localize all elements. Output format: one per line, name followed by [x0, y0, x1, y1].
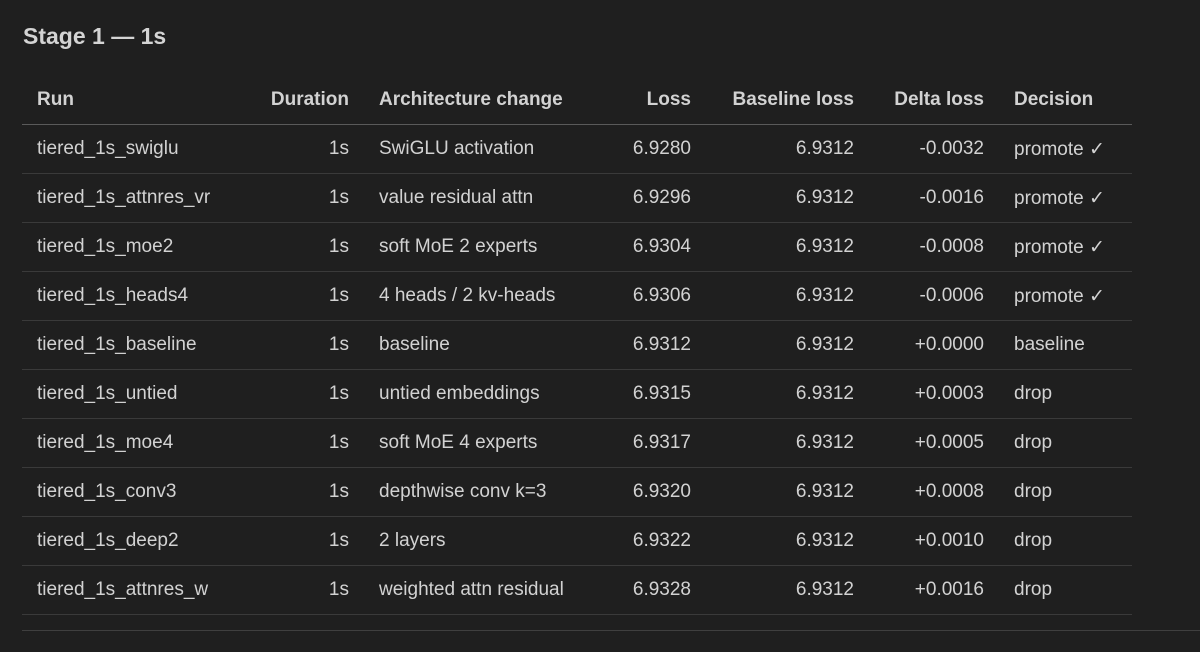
delta-loss-cell: +0.0016	[869, 565, 999, 615]
loss-cell: 6.9320	[591, 467, 706, 517]
duration-cell: 1s	[231, 222, 364, 272]
decision-cell: promote ✓	[999, 173, 1132, 223]
baseline-loss-cell: 6.9312	[706, 565, 869, 615]
page: Stage 1 — 1s Run Duration Architecture c…	[0, 0, 1200, 652]
baseline-loss-cell: 6.9312	[706, 467, 869, 517]
run-cell: tiered_1s_attnres_w	[22, 565, 231, 615]
delta-loss-cell: +0.0010	[869, 516, 999, 566]
run-cell: tiered_1s_attnres_vr	[22, 173, 231, 223]
delta-loss-cell: +0.0005	[869, 418, 999, 468]
decision-cell: promote ✓	[999, 124, 1132, 174]
baseline-loss-cell: 6.9312	[706, 271, 869, 321]
loss-cell: 6.9306	[591, 271, 706, 321]
column-header-duration: Duration	[231, 75, 364, 125]
column-header-architecture-change: Architecture change	[364, 75, 591, 125]
duration-cell: 1s	[231, 173, 364, 223]
table-row: tiered_1s_swiglu 1s SwiGLU activation 6.928…	[22, 124, 1132, 174]
column-header-loss: Loss	[591, 75, 706, 125]
section-title: Stage 1 — 1s	[23, 23, 167, 49]
decision-cell: drop	[999, 369, 1132, 419]
table-row: tiered_1s_attnres_vr 1s value residual att…	[22, 173, 1132, 223]
run-cell: tiered_1s_moe2	[22, 222, 231, 272]
decision-cell: drop	[999, 565, 1132, 615]
baseline-loss-cell: 6.9312	[706, 516, 869, 566]
delta-loss-cell: -0.0006	[869, 271, 999, 321]
loss-cell: 6.9322	[591, 516, 706, 566]
delta-loss-cell: -0.0032	[869, 124, 999, 174]
architecture-change-cell: soft MoE 2 experts	[364, 222, 591, 272]
duration-cell: 1s	[231, 516, 364, 566]
table-row: tiered_1s_deep2 1s 2 layers 6.9322 6.9312 +0.…	[22, 516, 1132, 566]
bottom-divider	[22, 630, 1200, 631]
decision-cell: promote ✓	[999, 222, 1132, 272]
loss-cell: 6.9296	[591, 173, 706, 223]
baseline-loss-cell: 6.9312	[706, 369, 869, 419]
baseline-loss-cell: 6.9312	[706, 124, 869, 174]
architecture-change-cell: baseline	[364, 320, 591, 370]
loss-cell: 6.9312	[591, 320, 706, 370]
loss-cell: 6.9317	[591, 418, 706, 468]
column-header-run: Run	[22, 75, 231, 125]
baseline-loss-cell: 6.9312	[706, 320, 869, 370]
architecture-change-cell: value residual attn	[364, 173, 591, 223]
results-table: Run Duration Architecture change Loss Ba…	[22, 75, 1132, 615]
loss-cell: 6.9280	[591, 124, 706, 174]
architecture-change-cell: 2 layers	[364, 516, 591, 566]
architecture-change-cell: 4 heads / 2 kv-heads	[364, 271, 591, 321]
architecture-change-cell: SwiGLU activation	[364, 124, 591, 174]
table-row: tiered_1s_baseline 1s baseline 6.9312 6.9312…	[22, 320, 1132, 370]
table-row: tiered_1s_heads4 1s 4 heads / 2 kv-heads 6.…	[22, 271, 1132, 321]
baseline-loss-cell: 6.9312	[706, 173, 869, 223]
architecture-change-cell: untied embeddings	[364, 369, 591, 419]
run-cell: tiered_1s_conv3	[22, 467, 231, 517]
table-row: tiered_1s_untied 1s untied embeddings 6.931…	[22, 369, 1132, 419]
run-cell: tiered_1s_deep2	[22, 516, 231, 566]
duration-cell: 1s	[231, 565, 364, 615]
architecture-change-cell: weighted attn residual	[364, 565, 591, 615]
delta-loss-cell: -0.0016	[869, 173, 999, 223]
table-row: tiered_1s_moe4 1s soft MoE 4 experts 6.9317…	[22, 418, 1132, 468]
duration-cell: 1s	[231, 124, 364, 174]
run-cell: tiered_1s_moe4	[22, 418, 231, 468]
duration-cell: 1s	[231, 369, 364, 419]
loss-cell: 6.9315	[591, 369, 706, 419]
duration-cell: 1s	[231, 467, 364, 517]
run-cell: tiered_1s_swiglu	[22, 124, 231, 174]
table-row: tiered_1s_moe2 1s soft MoE 2 experts 6.9304…	[22, 222, 1132, 272]
table-body: tiered_1s_swiglu 1s SwiGLU activation 6.928…	[22, 124, 1132, 615]
duration-cell: 1s	[231, 320, 364, 370]
column-header-delta-loss: Delta loss	[869, 75, 999, 125]
run-cell: tiered_1s_baseline	[22, 320, 231, 370]
delta-loss-cell: -0.0008	[869, 222, 999, 272]
architecture-change-cell: depthwise conv k=3	[364, 467, 591, 517]
table-header-row: Run Duration Architecture change Loss Ba…	[22, 75, 1132, 125]
run-cell: tiered_1s_heads4	[22, 271, 231, 321]
decision-cell: drop	[999, 516, 1132, 566]
delta-loss-cell: +0.0003	[869, 369, 999, 419]
baseline-loss-cell: 6.9312	[706, 222, 869, 272]
loss-cell: 6.9328	[591, 565, 706, 615]
run-cell: tiered_1s_untied	[22, 369, 231, 419]
duration-cell: 1s	[231, 271, 364, 321]
architecture-change-cell: soft MoE 4 experts	[364, 418, 591, 468]
decision-cell: promote ✓	[999, 271, 1132, 321]
table-row: tiered_1s_attnres_w 1s weighted attn resid…	[22, 565, 1132, 615]
decision-cell: drop	[999, 467, 1132, 517]
delta-loss-cell: +0.0008	[869, 467, 999, 517]
column-header-baseline-loss: Baseline loss	[706, 75, 869, 125]
baseline-loss-cell: 6.9312	[706, 418, 869, 468]
duration-cell: 1s	[231, 418, 364, 468]
table-row: tiered_1s_conv3 1s depthwise conv k=3 6.932…	[22, 467, 1132, 517]
column-header-decision: Decision	[999, 75, 1132, 125]
delta-loss-cell: +0.0000	[869, 320, 999, 370]
loss-cell: 6.9304	[591, 222, 706, 272]
decision-cell: baseline	[999, 320, 1132, 370]
decision-cell: drop	[999, 418, 1132, 468]
